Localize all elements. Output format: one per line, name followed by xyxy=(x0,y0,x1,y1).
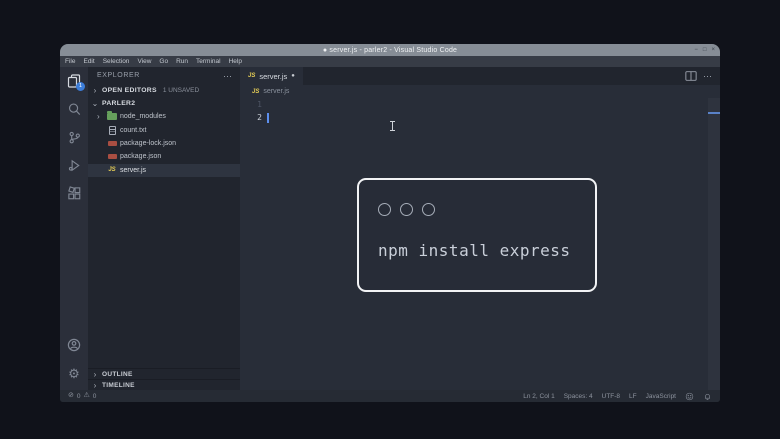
unsaved-badge: 1 UNSAVED xyxy=(163,87,199,94)
folder-name: PARLER2 xyxy=(102,100,135,107)
activity-bar: 1 xyxy=(60,67,88,390)
eol-mode[interactable]: LF xyxy=(629,393,637,400)
menu-run[interactable]: Run xyxy=(176,58,188,65)
mouse-ibeam-cursor xyxy=(390,121,395,131)
chevron-right-icon: › xyxy=(91,381,99,390)
terminal-command-text: npm install express xyxy=(378,241,571,260)
modified-dot-icon[interactable]: ● xyxy=(291,73,295,79)
js-icon: JS xyxy=(252,89,259,95)
timeline-section[interactable]: › TIMELINE xyxy=(88,379,240,390)
open-editors-section[interactable]: › OPEN EDITORS 1 UNSAVED xyxy=(88,84,240,97)
explorer-header: EXPLORER ⋯ xyxy=(88,67,240,84)
more-actions-icon[interactable]: ⋯ xyxy=(703,73,712,79)
menu-selection[interactable]: Selection xyxy=(103,58,130,65)
encoding[interactable]: UTF-8 xyxy=(602,393,620,400)
window-title: ● server.js - parler2 - Visual Studio Co… xyxy=(323,47,457,54)
tab-server-js[interactable]: JS server.js ● xyxy=(240,67,303,85)
line-number: 1 xyxy=(240,100,262,109)
chevron-right-icon: › xyxy=(91,370,99,379)
explorer-badge: 1 xyxy=(76,82,85,91)
warning-count: 0 xyxy=(93,393,97,400)
chevron-right-icon: › xyxy=(97,112,107,121)
explorer-title: EXPLORER xyxy=(97,72,140,79)
notifications-bell-icon[interactable] xyxy=(703,392,712,401)
window-titlebar[interactable]: ● server.js - parler2 - Visual Studio Co… xyxy=(60,44,720,56)
outline-section[interactable]: › OUTLINE xyxy=(88,368,240,379)
chevron-right-icon: › xyxy=(91,86,99,95)
menu-file[interactable]: File xyxy=(65,58,75,65)
editor-scrollbar[interactable] xyxy=(708,98,720,390)
explorer-icon[interactable]: 1 xyxy=(60,67,88,95)
npm-icon xyxy=(107,152,117,162)
terminal-command-card: npm install express xyxy=(357,178,597,292)
tab-bar: JS server.js ● ⋯ xyxy=(240,67,720,85)
menu-bar: File Edit Selection View Go Run Terminal… xyxy=(60,56,720,67)
tree-item-node-modules[interactable]: › node_modules xyxy=(88,110,240,123)
run-debug-icon[interactable] xyxy=(60,151,88,179)
menu-view[interactable]: View xyxy=(137,58,151,65)
code-line-1: 1 xyxy=(240,98,720,111)
folder-section[interactable]: ⌄ PARLER2 xyxy=(88,97,240,110)
accounts-icon[interactable] xyxy=(60,331,88,359)
tree-item-server-js[interactable]: JS server.js xyxy=(88,164,240,177)
menu-edit[interactable]: Edit xyxy=(83,58,94,65)
cursor-position[interactable]: Ln 2, Col 1 xyxy=(523,393,554,400)
overview-ruler-cursor-mark xyxy=(708,112,720,114)
error-count: 0 xyxy=(77,393,81,400)
menu-go[interactable]: Go xyxy=(159,58,168,65)
tree-item-package-lock-json[interactable]: package-lock.json xyxy=(88,137,240,150)
text-file-icon xyxy=(107,125,117,135)
split-editor-icon[interactable] xyxy=(685,70,697,82)
problems-indicator[interactable]: ⊘ 0 ⚠ 0 xyxy=(68,392,96,400)
menu-help[interactable]: Help xyxy=(229,58,242,65)
language-mode[interactable]: JavaScript xyxy=(646,393,676,400)
terminal-window-dots xyxy=(378,203,435,216)
minimize-button[interactable]: − xyxy=(694,47,698,53)
terminal-dot-icon xyxy=(378,203,391,216)
chevron-down-icon: ⌄ xyxy=(91,99,99,108)
close-button[interactable]: × xyxy=(711,47,715,53)
status-bar: ⊘ 0 ⚠ 0 Ln 2, Col 1 Spaces: 4 UTF-8 LF J… xyxy=(60,390,720,402)
indentation[interactable]: Spaces: 4 xyxy=(564,393,593,400)
terminal-dot-icon xyxy=(400,203,413,216)
breadcrumb[interactable]: JS server.js xyxy=(240,85,720,98)
extensions-icon[interactable] xyxy=(60,179,88,207)
explorer-sidebar: EXPLORER ⋯ › OPEN EDITORS 1 UNSAVED ⌄ PA… xyxy=(88,67,240,390)
search-icon[interactable] xyxy=(60,95,88,123)
js-icon: JS xyxy=(248,73,255,79)
tree-item-count-txt[interactable]: count.txt xyxy=(88,123,240,136)
warning-icon: ⚠ xyxy=(84,392,90,400)
code-line-2: 2 xyxy=(240,111,720,124)
feedback-smiley-icon[interactable] xyxy=(685,392,694,401)
editor-actions: ⋯ xyxy=(685,67,720,85)
source-control-icon[interactable] xyxy=(60,123,88,151)
text-cursor xyxy=(267,113,269,123)
maximize-button[interactable]: □ xyxy=(703,47,707,53)
menu-terminal[interactable]: Terminal xyxy=(196,58,221,65)
tree-item-package-json[interactable]: package.json xyxy=(88,150,240,163)
error-icon: ⊘ xyxy=(68,392,74,400)
line-number: 2 xyxy=(240,113,262,122)
file-tree: › node_modules count.txt package-lock.js… xyxy=(88,110,240,177)
js-icon: JS xyxy=(107,165,117,175)
window-controls: − □ × xyxy=(694,44,715,56)
npm-icon xyxy=(107,138,117,148)
npm-folder-icon xyxy=(107,112,117,122)
settings-gear-icon[interactable]: ⚙ xyxy=(60,359,88,387)
terminal-dot-icon xyxy=(422,203,435,216)
explorer-more-actions-icon[interactable]: ⋯ xyxy=(223,72,232,80)
